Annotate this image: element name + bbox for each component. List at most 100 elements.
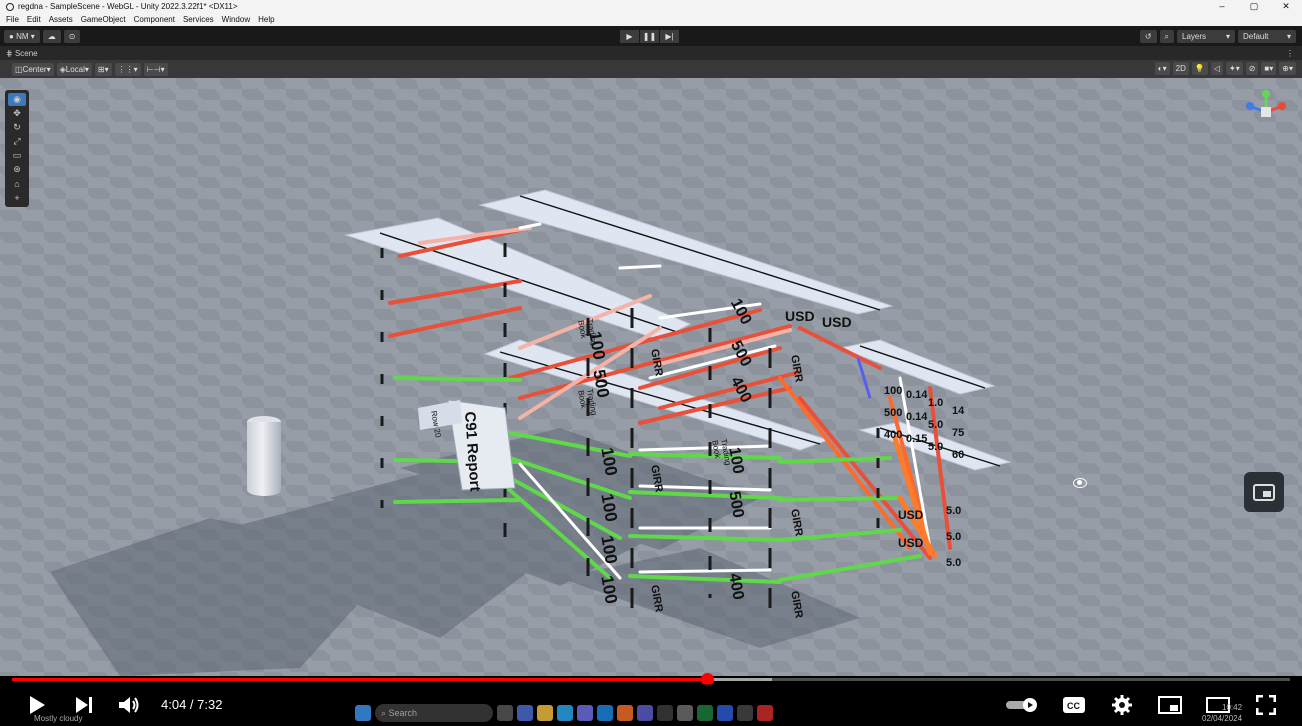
tab-scene[interactable]: Scene	[15, 49, 38, 58]
kebab-menu-icon[interactable]: ⋮	[1286, 49, 1294, 58]
recorder-icon[interactable]	[757, 705, 773, 721]
menu-file[interactable]: File	[6, 15, 19, 24]
cloud-icon: ☁	[47, 31, 56, 41]
visibility-toggle[interactable]: ⊘	[1245, 62, 1259, 75]
orientation-gizmo[interactable]	[1246, 90, 1286, 117]
toggle-2d-button[interactable]: 2D	[1172, 62, 1189, 75]
snap-increment-button[interactable]: ⋮⋮▾	[114, 62, 141, 76]
menu-edit[interactable]: Edit	[27, 15, 41, 24]
space-dropdown[interactable]: ◈ Local ▾	[56, 62, 92, 76]
scale-tool-icon[interactable]: ⤢	[8, 135, 26, 148]
miniplayer-button[interactable]	[1244, 472, 1284, 512]
cloud-button[interactable]: ☁	[42, 29, 61, 43]
scene-3d-render	[50, 90, 1286, 676]
excel-icon[interactable]	[697, 705, 713, 721]
collab-button[interactable]: ⊙	[63, 29, 81, 43]
scene-toolbar: ◫ Center ▾ ◈ Local ▾ ⊞▾ ⋮⋮▾ ⊢⊣▾ ◐▾ 2D 💡 ◁ ✦▾…	[0, 60, 1302, 78]
account-dropdown[interactable]: ● NM ▾	[4, 29, 40, 43]
custom-tool-icon[interactable]: ⌂	[8, 177, 26, 190]
autoplay-toggle[interactable]	[1006, 696, 1040, 714]
play-button[interactable]	[26, 694, 48, 716]
fullscreen-button[interactable]	[1254, 694, 1278, 716]
minimize-button[interactable]: –	[1206, 1, 1238, 12]
eye-off-icon: ⊘	[1248, 64, 1256, 73]
link-green	[393, 376, 522, 382]
rect-tool-icon[interactable]: ▭	[8, 149, 26, 162]
taskbar-clock: 10:42 02/04/2024	[1202, 702, 1242, 724]
history-button[interactable]: ↺	[1139, 30, 1157, 43]
layout-dropdown[interactable]: Default ▾	[1238, 30, 1296, 43]
file-explorer-icon[interactable]	[537, 705, 553, 721]
close-button[interactable]: ✕	[1270, 1, 1302, 12]
menu-gameobject[interactable]: GameObject	[81, 15, 126, 24]
taskbar-search[interactable]: ⌕ Search	[375, 704, 493, 722]
tool-palette: ◉ ✥ ↻ ⤢ ▭ ⊛ ⌂ +	[5, 90, 29, 207]
store-icon[interactable]	[577, 705, 593, 721]
search-button[interactable]: ⌕	[1159, 30, 1174, 43]
menu-assets[interactable]: Assets	[49, 15, 73, 24]
teams-icon[interactable]	[517, 705, 533, 721]
word-icon[interactable]	[717, 705, 733, 721]
task-view-icon[interactable]	[497, 705, 513, 721]
main-toolbar: ● NM ▾ ☁ ⊙ ▶ ❚❚ ▶| ↺ ⌕ Layers ▾ Default ▾	[0, 26, 1302, 46]
view-tool-icon[interactable]: ◉	[8, 93, 26, 106]
unity-icon[interactable]	[677, 705, 693, 721]
firefox-icon[interactable]	[617, 705, 633, 721]
shading-mode-dropdown[interactable]: ◐▾	[1154, 62, 1170, 75]
chat-icon[interactable]	[637, 705, 653, 721]
link-green	[628, 452, 782, 460]
audio-toggle[interactable]: ◁	[1210, 62, 1223, 75]
link-white	[638, 444, 772, 452]
link-green	[778, 528, 902, 542]
volume-icon	[119, 697, 139, 713]
camera-dropdown[interactable]: ■▾	[1261, 62, 1277, 75]
scene-viewport[interactable]: C91 Report Row 20 100 500 100 100 100 10…	[0, 78, 1302, 676]
move-tool-icon[interactable]: ✥	[8, 107, 26, 120]
edge-icon[interactable]	[557, 705, 573, 721]
cylinder-body[interactable]	[247, 422, 281, 496]
ruler-icon: ⊢⊣▾	[146, 64, 165, 74]
miniplayer-icon	[1158, 696, 1182, 714]
pivot-dropdown[interactable]: ◫ Center ▾	[12, 62, 54, 76]
window-title: regdna - SampleScene - WebGL - Unity 202…	[18, 2, 238, 11]
play-button[interactable]: ▶	[620, 30, 639, 43]
link-red	[388, 279, 522, 305]
rotate-tool-icon[interactable]: ↻	[8, 121, 26, 134]
gizmos-dropdown[interactable]: ⊕▾	[1279, 62, 1296, 75]
menu-component[interactable]: Component	[134, 15, 175, 24]
snap-icon: ⋮⋮▾	[117, 64, 138, 74]
add-tool-icon[interactable]: +	[8, 191, 26, 204]
volume-button[interactable]	[118, 694, 142, 716]
sheet-panels	[344, 189, 1012, 471]
measure-button[interactable]: ⊢⊣▾	[143, 62, 168, 76]
next-button[interactable]	[74, 694, 94, 716]
menu-window[interactable]: Window	[222, 15, 250, 24]
effects-dropdown[interactable]: ✦▾	[1226, 62, 1243, 75]
transform-tool-icon[interactable]: ⊛	[8, 163, 26, 176]
step-button[interactable]: ▶|	[660, 30, 679, 43]
unity-hub-icon[interactable]	[657, 705, 673, 721]
progress-bar[interactable]	[12, 673, 1290, 686]
grid-icon: ⊞▾	[97, 64, 109, 74]
menu-services[interactable]: Services	[183, 15, 214, 24]
search-icon: ⌕	[1164, 31, 1169, 41]
mail-icon[interactable]	[597, 705, 613, 721]
settings-button[interactable]	[1110, 694, 1134, 716]
maximize-button[interactable]: ▢	[1238, 1, 1270, 12]
pause-button[interactable]: ❚❚	[640, 30, 659, 43]
grid-snap-button[interactable]: ⊞▾	[94, 62, 112, 76]
gizmo-y-cap	[1262, 90, 1270, 98]
eye-cursor-icon	[1073, 478, 1087, 488]
miniplayer-toggle[interactable]	[1157, 694, 1183, 716]
layers-dropdown[interactable]: Layers ▾	[1177, 30, 1235, 43]
link-green	[393, 498, 522, 504]
windows-start-icon[interactable]	[355, 705, 371, 721]
sheet-panel-4	[838, 339, 996, 395]
captions-button[interactable]: CC	[1062, 696, 1086, 714]
lighting-toggle[interactable]: 💡	[1191, 62, 1208, 75]
progress-played	[12, 678, 708, 681]
app-icon[interactable]	[737, 705, 753, 721]
menu-help[interactable]: Help	[258, 15, 274, 24]
sphere-icon: ◐▾	[1157, 64, 1167, 73]
time-display: 4:04 / 7:32	[161, 697, 223, 712]
